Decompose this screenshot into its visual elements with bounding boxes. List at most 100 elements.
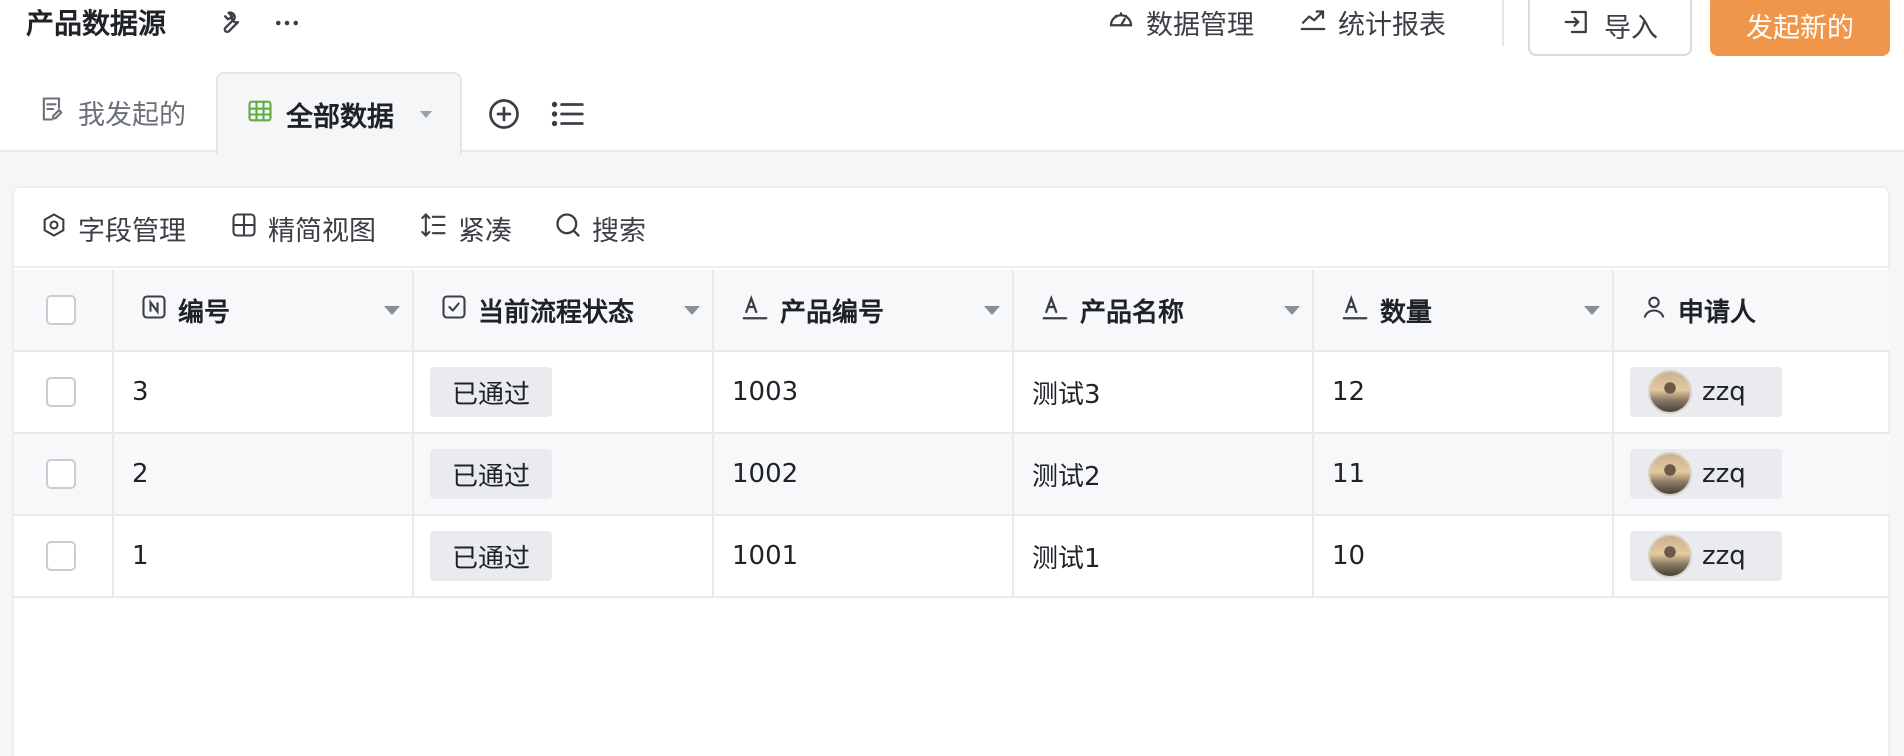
- search-label: 搜索: [592, 215, 646, 247]
- column-header-quantity[interactable]: 数量: [1314, 270, 1614, 350]
- cell-no[interactable]: 1: [114, 516, 414, 596]
- cell-no[interactable]: 2: [114, 434, 414, 514]
- tab-all-data-label: 全部数据: [286, 101, 394, 133]
- row-checkbox[interactable]: [46, 377, 76, 407]
- cell-status[interactable]: 已通过: [414, 516, 714, 596]
- cell-quantity[interactable]: 10: [1314, 516, 1614, 596]
- column-menu-icon[interactable]: [984, 306, 1000, 315]
- number-field-icon: [140, 293, 168, 328]
- trend-chart-icon: [1298, 4, 1328, 41]
- add-view-icon[interactable]: [484, 94, 524, 134]
- grid-view-icon: [230, 211, 258, 246]
- field-manage-label: 字段管理: [78, 215, 186, 247]
- more-icon[interactable]: [270, 6, 304, 40]
- column-header-label: 数量: [1380, 297, 1433, 328]
- cell-applicant[interactable]: zzq: [1614, 434, 1890, 514]
- field-manage-button[interactable]: 字段管理: [40, 204, 186, 252]
- text-field-icon: [740, 292, 770, 329]
- table-row[interactable]: 1 已通过 1001 测试1 10 zzq: [14, 516, 1890, 598]
- stats-report-button[interactable]: 统计报表: [1298, 0, 1446, 44]
- status-badge: 已通过: [430, 531, 553, 581]
- column-header-label: 产品编号: [780, 297, 885, 328]
- cell-product-name[interactable]: 测试2: [1014, 434, 1314, 514]
- column-header-label: 申请人: [1678, 297, 1757, 328]
- tab-mine-label: 我发起的: [78, 99, 186, 131]
- search-button[interactable]: 搜索: [554, 204, 646, 252]
- text-field-icon: [1340, 292, 1370, 329]
- caret-down-icon[interactable]: [420, 110, 432, 118]
- cell-no[interactable]: 3: [114, 352, 414, 432]
- compact-button[interactable]: 紧凑: [420, 204, 512, 252]
- table-row[interactable]: 2 已通过 1002 测试2 11 zzq: [14, 434, 1890, 516]
- user-tag: zzq: [1630, 367, 1782, 417]
- cell-quantity[interactable]: 11: [1314, 434, 1614, 514]
- user-name: zzq: [1702, 459, 1746, 489]
- cell-status[interactable]: 已通过: [414, 434, 714, 514]
- user-tag: zzq: [1630, 449, 1782, 499]
- edit-doc-icon: [38, 95, 66, 130]
- status-badge: 已通过: [430, 367, 553, 417]
- cell-product-name[interactable]: 测试1: [1014, 516, 1314, 596]
- simple-view-label: 精简视图: [268, 215, 376, 247]
- row-select-cell: [14, 516, 114, 596]
- search-icon: [554, 211, 582, 246]
- row-select-cell: [14, 352, 114, 432]
- user-name: zzq: [1702, 541, 1746, 571]
- column-menu-icon[interactable]: [1284, 306, 1300, 315]
- column-header-label: 编号: [178, 297, 231, 328]
- cell-product-code[interactable]: 1003: [714, 352, 1014, 432]
- avatar: [1648, 534, 1692, 578]
- column-menu-icon[interactable]: [684, 306, 700, 315]
- import-label: 导入: [1604, 12, 1658, 44]
- row-checkbox[interactable]: [46, 541, 76, 571]
- top-bar: 产品数据源 数据管理 统计报表 导入 发起新的: [0, 0, 1904, 72]
- data-panel: 字段管理 精简视图 紧凑 搜索 编号 当前流程状态 产品编号 产品名称 数量 申…: [12, 186, 1890, 756]
- cell-product-name[interactable]: 测试3: [1014, 352, 1314, 432]
- cell-status[interactable]: 已通过: [414, 352, 714, 432]
- column-header-product-code[interactable]: 产品编号: [714, 270, 1014, 350]
- table-row[interactable]: 3 已通过 1003 测试3 12 zzq: [14, 352, 1890, 434]
- row-checkbox[interactable]: [46, 459, 76, 489]
- stats-report-label: 统计报表: [1338, 9, 1446, 41]
- user-tag: zzq: [1630, 531, 1782, 581]
- data-manage-button[interactable]: 数据管理: [1106, 0, 1254, 44]
- row-select-cell: [14, 434, 114, 514]
- compact-label: 紧凑: [458, 215, 512, 247]
- column-header-label: 当前流程状态: [478, 297, 635, 328]
- view-list-icon[interactable]: [548, 94, 588, 134]
- field-settings-icon: [40, 211, 68, 246]
- column-header-label: 产品名称: [1080, 297, 1185, 328]
- dashboard-icon: [1106, 4, 1136, 41]
- checkbox-field-icon: [440, 293, 468, 328]
- cell-product-code[interactable]: 1001: [714, 516, 1014, 596]
- select-all-checkbox[interactable]: [46, 295, 76, 325]
- new-submission-button[interactable]: 发起新的: [1710, 0, 1890, 56]
- table-header-row: 编号 当前流程状态 产品编号 产品名称 数量 申请人: [14, 270, 1890, 352]
- simple-view-button[interactable]: 精简视图: [230, 204, 376, 252]
- import-icon: [1562, 7, 1592, 44]
- view-tab-bar: 我发起的 全部数据: [0, 72, 1904, 154]
- cell-applicant[interactable]: zzq: [1614, 352, 1890, 432]
- tab-mine[interactable]: 我发起的: [38, 72, 186, 152]
- cell-applicant[interactable]: zzq: [1614, 516, 1890, 596]
- status-badge: 已通过: [430, 449, 553, 499]
- cell-product-code[interactable]: 1002: [714, 434, 1014, 514]
- avatar: [1648, 452, 1692, 496]
- import-button[interactable]: 导入: [1528, 0, 1692, 56]
- tab-all-data[interactable]: 全部数据: [216, 72, 462, 154]
- user-name: zzq: [1702, 377, 1746, 407]
- app-title: 产品数据源: [26, 7, 167, 40]
- avatar: [1648, 370, 1692, 414]
- wrench-icon[interactable]: [212, 6, 246, 40]
- column-header-no[interactable]: 编号: [114, 270, 414, 350]
- table-icon: [246, 97, 274, 132]
- column-menu-icon[interactable]: [384, 306, 400, 315]
- cell-quantity[interactable]: 12: [1314, 352, 1614, 432]
- header-select-cell: [14, 270, 114, 350]
- column-header-status[interactable]: 当前流程状态: [414, 270, 714, 350]
- user-icon: [1640, 293, 1668, 328]
- column-header-product-name[interactable]: 产品名称: [1014, 270, 1314, 350]
- table-toolbar: 字段管理 精简视图 紧凑 搜索: [14, 188, 1890, 268]
- column-header-applicant[interactable]: 申请人: [1614, 270, 1890, 350]
- column-menu-icon[interactable]: [1584, 306, 1600, 315]
